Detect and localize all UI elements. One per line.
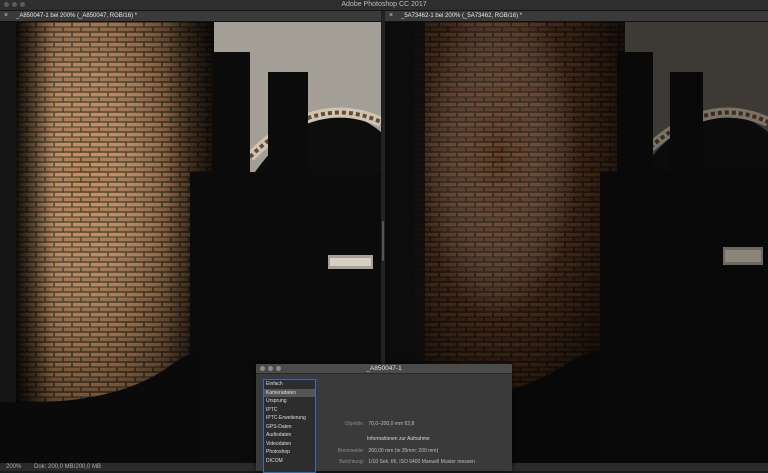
meta-brennweite: Brennweite: 200,00 mm (in 35mm: 200 mm): [326, 448, 439, 454]
app-title: Adobe Photoshop CC 2017: [341, 1, 427, 8]
category-item[interactable]: Einfach: [264, 380, 315, 389]
meta-objektiv: Objektiv: 70,0–200,0 mm f/2,8: [326, 421, 415, 427]
tab-right-document[interactable]: × _5A73462-1 bei 200% (_5A73462, RGB/16)…: [385, 11, 768, 22]
category-item[interactable]: IPTC-Erweiterung: [264, 414, 315, 423]
file-info-dialog: _A850047-1 Einfach Kameradaten Ursprung IPT…: [256, 364, 512, 473]
category-item[interactable]: Photoshop: [264, 448, 315, 457]
category-item[interactable]: DICOM: [264, 457, 315, 466]
dialog-title: _A850047-1: [366, 365, 402, 372]
tab-left-label[interactable]: _A850047-1 bei 200% (_A850047, RGB/16) *: [16, 11, 137, 21]
meta-belichtung: Belichtung: 1/10 Sek. f/6, ISO 6400 Manu…: [326, 459, 475, 465]
category-item[interactable]: Audiodaten: [264, 431, 315, 440]
splitter-grip-icon[interactable]: [382, 221, 384, 261]
category-item[interactable]: IPTC: [264, 406, 315, 415]
brennweite-value: 200,00 mm (in 35mm: 200 mm): [368, 448, 439, 454]
category-item[interactable]: Ursprung: [264, 397, 315, 406]
zoom-level[interactable]: 200%: [6, 463, 21, 471]
close-tab-icon[interactable]: ×: [4, 12, 8, 20]
tab-left-document[interactable]: × _A850047-1 bei 200% (_A850047, RGB/16)…: [0, 11, 381, 22]
tab-right-label[interactable]: _5A73462-1 bei 200% (_5A73462, RGB/16) *: [401, 11, 522, 21]
category-item[interactable]: GPS-Daten: [264, 423, 315, 432]
category-list[interactable]: Einfach Kameradaten Ursprung IPTC IPTC-Erwei…: [263, 379, 316, 473]
objektiv-label: Objektiv:: [344, 421, 364, 427]
close-tab-icon[interactable]: ×: [389, 12, 393, 20]
title-bar: Adobe Photoshop CC 2017: [0, 0, 768, 11]
belichtung-label: Belichtung:: [339, 459, 364, 465]
section-heading: Informationen zur Aufnahme: [367, 436, 430, 442]
belichtung-value: 1/10 Sek. f/6, ISO 6400 Manuell Muster m…: [368, 459, 475, 465]
category-item[interactable]: Videodaten: [264, 440, 315, 449]
objektiv-value: 70,0–200,0 mm f/2,8: [368, 421, 415, 427]
brennweite-label: Brennweite:: [337, 448, 364, 454]
dialog-title-bar: _A850047-1: [256, 364, 512, 374]
category-item[interactable]: Kameradaten: [264, 388, 315, 397]
document-size[interactable]: Dok: 200,0 MB/200,0 MB: [34, 463, 101, 471]
